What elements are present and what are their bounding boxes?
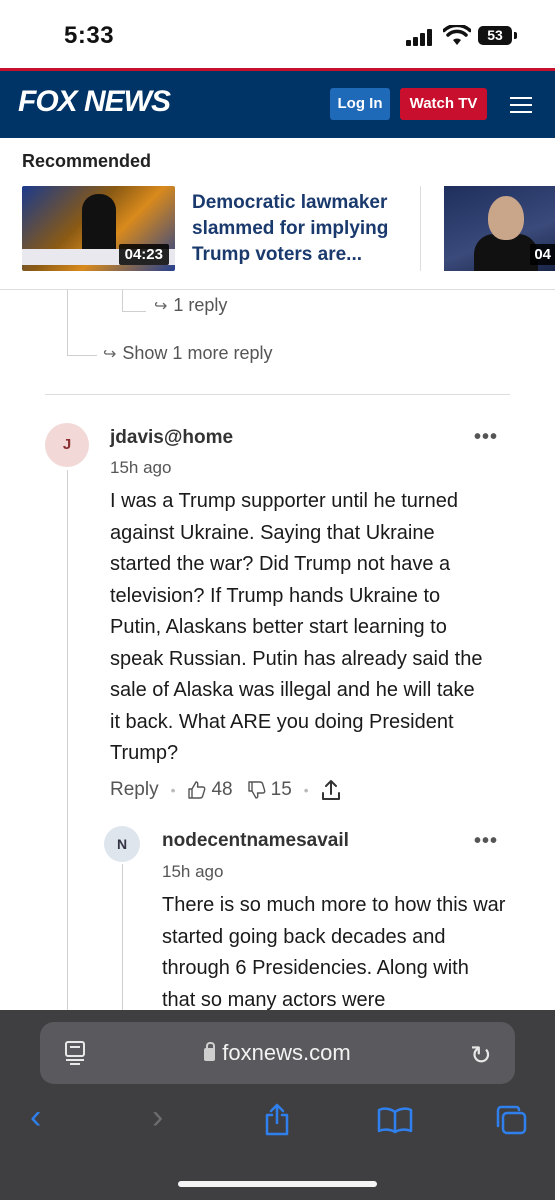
comment-timestamp: 15h ago — [110, 458, 172, 477]
reply-arrow-icon: ↪ — [154, 298, 168, 315]
share-icon[interactable] — [263, 1102, 291, 1136]
cellular-signal-icon — [406, 28, 436, 46]
thumbs-down-icon — [247, 781, 266, 799]
video-thumbnail[interactable]: 04:23 — [22, 186, 175, 271]
wifi-icon — [443, 25, 471, 45]
video-duration: 04 — [530, 244, 555, 265]
battery-icon: 53 — [478, 26, 512, 45]
thread-line — [122, 864, 123, 1010]
watch-tv-button[interactable]: Watch TV — [400, 88, 487, 120]
reload-icon[interactable]: ↻ — [470, 1040, 492, 1071]
video-thumbnail[interactable]: 04 — [444, 186, 555, 271]
thread-elbow — [67, 330, 97, 356]
recommended-section: Recommended 04:23 Democratic lawmaker sl… — [0, 138, 555, 290]
share-icon[interactable] — [321, 779, 341, 801]
comment-body: I was a Trump supporter until he turned … — [110, 490, 483, 764]
reply-more-button[interactable]: ••• — [474, 830, 498, 853]
avatar[interactable]: J — [45, 423, 89, 467]
show-more-label: Show 1 more reply — [122, 343, 273, 363]
reply-arrow-icon: ↪ — [103, 346, 117, 363]
comment-username[interactable]: jdavis@home — [110, 427, 233, 449]
bookmarks-icon[interactable] — [377, 1106, 413, 1134]
like-button[interactable]: 48 — [187, 779, 233, 801]
reply-count: 1 reply — [173, 295, 228, 315]
thread-line — [67, 470, 68, 1010]
status-bar: 5:33 53 — [0, 0, 555, 68]
comment-separator — [45, 394, 510, 395]
tabs-icon[interactable] — [494, 1104, 528, 1136]
url-text: foxnews.com — [222, 1040, 351, 1065]
site-header: FOX NEWS Log In Watch TV — [0, 68, 555, 138]
status-time: 5:33 — [64, 22, 115, 49]
hamburger-menu-icon[interactable] — [510, 97, 532, 113]
lock-icon — [204, 1042, 216, 1061]
reply-timestamp: 15h ago — [162, 862, 224, 881]
dislike-button[interactable]: 15 — [247, 779, 292, 801]
thumbs-up-icon — [188, 781, 206, 799]
login-button[interactable]: Log In — [330, 88, 390, 120]
show-more-replies-link[interactable]: ↪ Show 1 more reply — [103, 343, 272, 364]
forward-icon[interactable]: › — [152, 1098, 163, 1137]
address-bar[interactable]: foxnews.com — [40, 1022, 515, 1084]
back-icon[interactable]: ‹ — [30, 1098, 41, 1137]
like-count: 48 — [211, 779, 233, 800]
battery-level: 53 — [487, 27, 503, 43]
video-headline[interactable]: Democratic lawmaker slammed for implying… — [192, 190, 402, 268]
comment-actions: Reply • 48 15 • — [110, 777, 341, 803]
recommended-title: Recommended — [22, 151, 152, 171]
fox-news-logo[interactable]: FOX NEWS — [18, 85, 171, 119]
reply-body: There is so much more to how this war st… — [162, 894, 506, 1010]
dislike-count: 15 — [270, 779, 292, 800]
avatar[interactable]: N — [104, 826, 140, 862]
reply-username[interactable]: nodecentnamesavail — [162, 830, 349, 852]
page-menu-icon[interactable] — [64, 1040, 86, 1066]
view-replies-link[interactable]: ↪ 1 reply — [154, 295, 227, 316]
reply-button[interactable]: Reply — [110, 779, 159, 801]
battery-nub — [514, 32, 517, 39]
video-duration: 04:23 — [118, 244, 169, 265]
comment-more-button[interactable]: ••• — [474, 426, 498, 449]
divider — [420, 186, 421, 271]
home-indicator — [178, 1181, 377, 1187]
thread-elbow — [122, 290, 146, 312]
